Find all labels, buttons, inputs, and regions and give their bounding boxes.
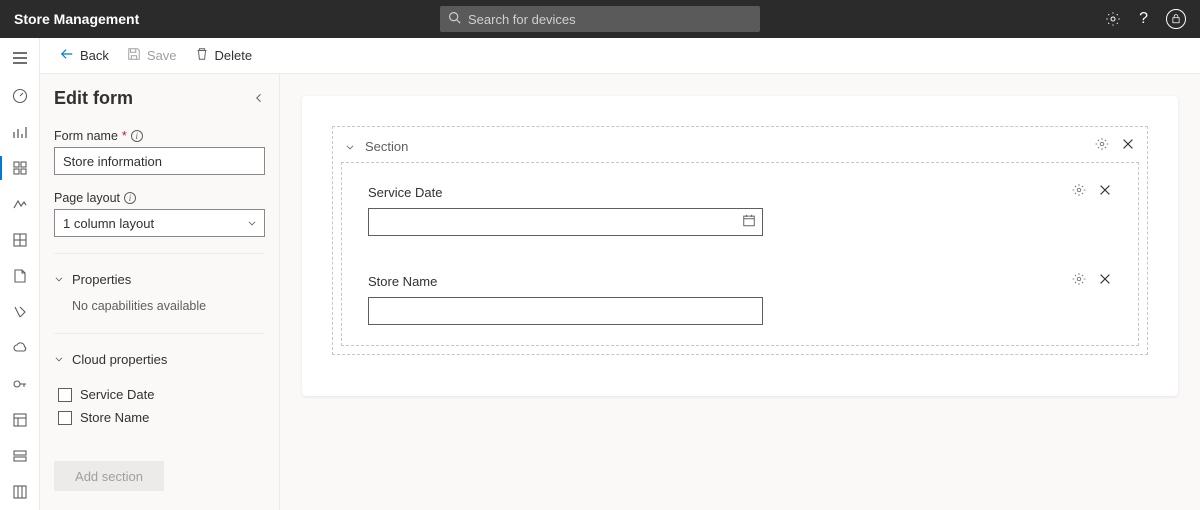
date-input[interactable]: [368, 208, 763, 236]
cloud-property-item[interactable]: Store Name: [58, 410, 265, 425]
nav-key[interactable]: [0, 366, 39, 402]
save-label: Save: [147, 48, 177, 63]
form-canvas: Section: [280, 74, 1200, 510]
calendar-icon[interactable]: [742, 214, 756, 231]
nav-layout[interactable]: [0, 402, 39, 438]
form-field[interactable]: Store Name: [368, 272, 1112, 325]
field-label: Store Name: [368, 274, 437, 289]
field-label: Service Date: [368, 185, 442, 200]
gear-icon[interactable]: [1095, 137, 1109, 156]
cloud-property-item[interactable]: Service Date: [58, 387, 265, 402]
back-label: Back: [80, 48, 109, 63]
form-name-label: Form name * i: [54, 129, 265, 143]
gear-icon[interactable]: [1072, 272, 1086, 291]
checkbox[interactable]: [58, 388, 72, 402]
properties-empty-text: No capabilities available: [72, 299, 265, 313]
text-input[interactable]: [368, 297, 763, 325]
trash-icon: [195, 47, 209, 64]
panel-title: Edit form: [54, 88, 133, 109]
save-button[interactable]: Save: [127, 47, 177, 64]
nav-dashboard[interactable]: [0, 78, 39, 114]
cloud-property-label: Service Date: [80, 387, 154, 402]
chevron-left-icon[interactable]: [253, 91, 265, 107]
settings-icon[interactable]: [1105, 11, 1121, 27]
toolbar: Back Save Delete: [40, 38, 1200, 74]
save-icon: [127, 47, 141, 64]
edit-panel: Edit form Form name * i Page layout i: [40, 74, 280, 510]
close-icon[interactable]: [1098, 183, 1112, 202]
form-field[interactable]: Service Date: [368, 183, 1112, 236]
arrow-left-icon: [60, 47, 74, 64]
close-icon[interactable]: [1098, 272, 1112, 291]
cloud-properties-label: Cloud properties: [72, 352, 167, 367]
app-title: Store Management: [14, 11, 139, 27]
gear-icon[interactable]: [1072, 183, 1086, 202]
back-button[interactable]: Back: [60, 47, 109, 64]
add-section-button[interactable]: Add section: [54, 461, 164, 491]
app-header: Store Management ?: [0, 0, 1200, 38]
nav-command[interactable]: [0, 294, 39, 330]
chevron-down-icon[interactable]: [345, 139, 355, 155]
form-section[interactable]: Section: [332, 126, 1148, 355]
chevron-down-icon: [54, 352, 64, 367]
section-body: Service Date: [341, 162, 1139, 346]
search-icon: [448, 11, 461, 27]
cloud-properties-accordion[interactable]: Cloud properties: [54, 350, 265, 369]
nav-cloud[interactable]: [0, 330, 39, 366]
form-name-input[interactable]: [54, 147, 265, 175]
cloud-property-label: Store Name: [80, 410, 149, 425]
help-icon[interactable]: ?: [1139, 10, 1148, 28]
feedback-icon[interactable]: [1166, 9, 1186, 29]
properties-accordion[interactable]: Properties: [54, 270, 265, 289]
nav-rules[interactable]: [0, 186, 39, 222]
nav-rail: [0, 38, 40, 510]
delete-button[interactable]: Delete: [195, 47, 253, 64]
chevron-down-icon: [54, 272, 64, 287]
nav-file[interactable]: [0, 258, 39, 294]
hamburger-icon[interactable]: [0, 38, 39, 78]
required-asterisk: *: [122, 129, 127, 143]
nav-table[interactable]: [0, 474, 39, 510]
page-layout-label: Page layout i: [54, 191, 265, 205]
section-label: Section: [365, 139, 408, 154]
page-layout-select[interactable]: [54, 209, 265, 237]
info-icon[interactable]: i: [124, 192, 136, 204]
checkbox[interactable]: [58, 411, 72, 425]
nav-analytics[interactable]: [0, 114, 39, 150]
nav-devices[interactable]: [0, 150, 39, 186]
delete-label: Delete: [215, 48, 253, 63]
properties-label: Properties: [72, 272, 131, 287]
close-icon[interactable]: [1121, 137, 1135, 156]
search-input[interactable]: [440, 6, 760, 32]
search-wrap: [440, 6, 760, 32]
nav-storage[interactable]: [0, 438, 39, 474]
info-icon[interactable]: i: [131, 130, 143, 142]
form-card: Section: [302, 96, 1178, 396]
nav-grid[interactable]: [0, 222, 39, 258]
